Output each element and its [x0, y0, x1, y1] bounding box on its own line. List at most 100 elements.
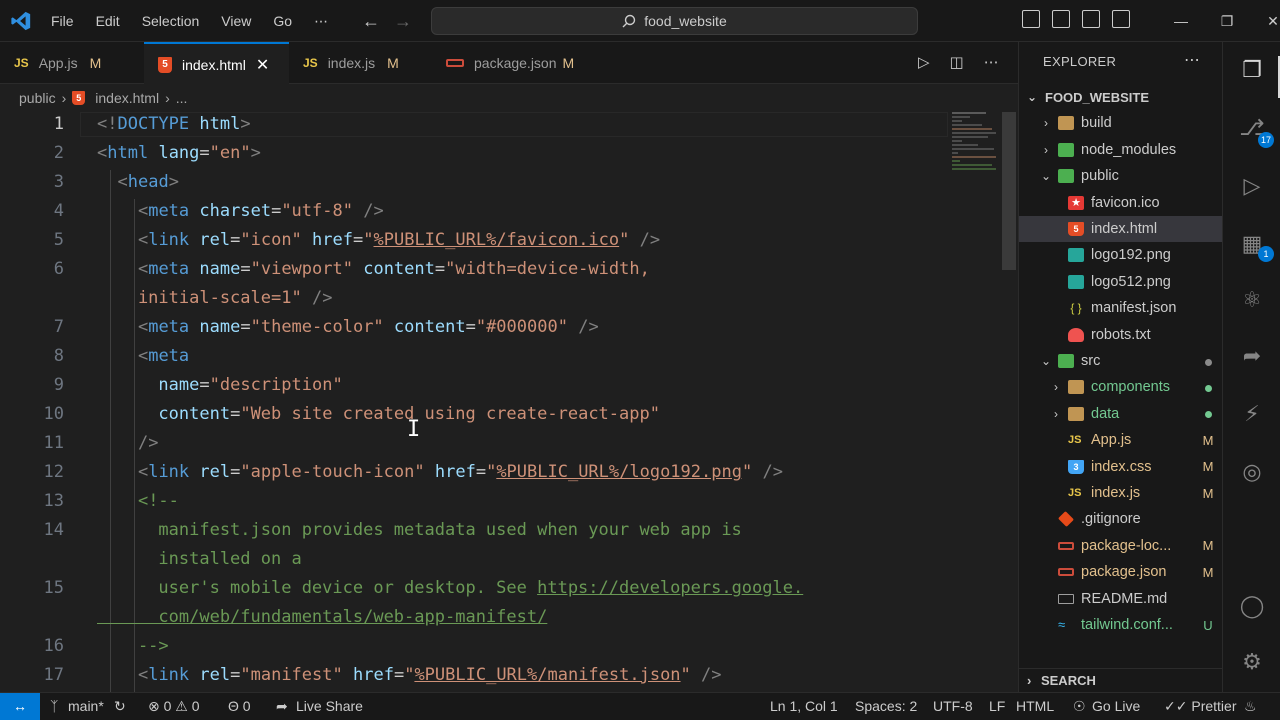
- explorer-item[interactable]: .gitignore: [1019, 506, 1223, 532]
- settings-gear-icon[interactable]: ⚙: [1238, 648, 1266, 676]
- thunder-client-icon[interactable]: ⚡: [1238, 400, 1266, 428]
- maximize-button[interactable]: ❐: [1204, 13, 1250, 30]
- code-line[interactable]: <!--: [97, 487, 179, 516]
- notifications-bell-icon[interactable]: ♨: [1244, 693, 1257, 720]
- tab-package-json[interactable]: package.json M: [432, 42, 612, 84]
- menu-file[interactable]: File: [40, 13, 85, 29]
- prettier-button[interactable]: ✓✓ Prettier: [1164, 693, 1236, 720]
- code-line[interactable]: name="description": [97, 371, 342, 400]
- code-line[interactable]: <link rel="apple-touch-icon" href="%PUBL…: [97, 458, 783, 487]
- code-line[interactable]: <meta charset="utf-8" />: [97, 197, 384, 226]
- run-debug-icon[interactable]: ▷: [1238, 172, 1266, 200]
- gitlens-icon[interactable]: ◎: [1238, 458, 1266, 486]
- explorer-item[interactable]: ≈ tailwind.conf... U: [1019, 612, 1223, 638]
- code-line[interactable]: initial-scale=1" />: [97, 284, 333, 313]
- package-icon[interactable]: ⚛: [1238, 286, 1266, 314]
- menu-selection[interactable]: Selection: [131, 13, 211, 29]
- explorer-item[interactable]: logo512.png: [1019, 269, 1223, 295]
- code-line[interactable]: <html lang="en">: [97, 139, 261, 168]
- explorer-item[interactable]: ⌄ public: [1019, 163, 1223, 189]
- code-token: =: [465, 317, 476, 337]
- menu-go[interactable]: Go: [262, 13, 303, 29]
- tab-index-html[interactable]: 5 index.html ✕: [144, 42, 289, 85]
- branch-name[interactable]: main*: [68, 693, 104, 720]
- code-line[interactable]: <link rel="icon" href="%PUBLIC_URL%/favi…: [97, 226, 660, 255]
- explorer-more-icon[interactable]: ⋯: [1184, 50, 1200, 70]
- command-center-search[interactable]: food_website: [431, 7, 918, 35]
- explorer-item[interactable]: ⌄ src: [1019, 348, 1223, 374]
- live-share-button[interactable]: Live Share: [296, 693, 363, 720]
- code-area[interactable]: <!DOCTYPE html> <html lang="en"> <head> <…: [97, 112, 937, 692]
- explorer-item[interactable]: { } manifest.json: [1019, 295, 1223, 321]
- back-arrow-icon[interactable]: ←: [362, 11, 380, 32]
- code-line[interactable]: -->: [97, 632, 169, 661]
- tab-index-js[interactable]: JS index.js M: [289, 42, 432, 84]
- code-token: html: [199, 114, 241, 134]
- explorer-root-folder[interactable]: ⌄ FOOD_WEBSITE: [1019, 84, 1223, 110]
- search-section-header[interactable]: › SEARCH: [1019, 668, 1223, 692]
- breadcrumb-file[interactable]: index.html: [95, 90, 159, 106]
- code-line[interactable]: com/web/fundamentals/web-app-manifest/: [97, 603, 547, 632]
- explorer-item[interactable]: JS App.js M: [1019, 427, 1223, 453]
- explorer-item[interactable]: robots.txt: [1019, 322, 1223, 348]
- split-editor-icon[interactable]: ◫: [950, 53, 964, 71]
- eol-setting[interactable]: LF: [989, 693, 1005, 720]
- code-line[interactable]: installed on a: [97, 545, 301, 574]
- code-line[interactable]: />: [97, 429, 158, 458]
- more-actions-icon[interactable]: ⋯: [984, 53, 999, 71]
- explorer-item[interactable]: › data: [1019, 401, 1223, 427]
- close-window-button[interactable]: ✕: [1250, 13, 1280, 30]
- problems-indicator[interactable]: ⊗ 0 ⚠ 0: [148, 693, 200, 720]
- code-line[interactable]: <head>: [97, 168, 178, 197]
- encoding-setting[interactable]: UTF-8: [933, 693, 973, 720]
- run-icon[interactable]: ▷: [918, 53, 930, 71]
- explorer-item[interactable]: › node_modules: [1019, 137, 1223, 163]
- toggle-secondary-sidebar-icon[interactable]: [1082, 10, 1100, 28]
- toggle-panel-icon[interactable]: [1052, 10, 1070, 28]
- ports-indicator[interactable]: Θ 0: [228, 693, 251, 720]
- files-icon[interactable]: ❐: [1238, 56, 1266, 84]
- explorer-item[interactable]: JS index.js M: [1019, 480, 1223, 506]
- explorer-item[interactable]: 3 index.css M: [1019, 454, 1223, 480]
- minimize-button[interactable]: —: [1158, 13, 1204, 29]
- explorer-item[interactable]: logo192.png: [1019, 242, 1223, 268]
- explorer-item[interactable]: › components: [1019, 374, 1223, 400]
- code-line[interactable]: <!DOCTYPE html>: [97, 112, 251, 139]
- line-number: 15: [43, 578, 64, 598]
- language-mode[interactable]: HTML: [1016, 693, 1054, 720]
- explorer-item[interactable]: 5 index.html: [1019, 216, 1223, 242]
- explorer-item[interactable]: package.json M: [1019, 559, 1223, 585]
- remote-explorer-icon[interactable]: ➦: [1238, 342, 1266, 370]
- explorer-item[interactable]: › build: [1019, 110, 1223, 136]
- explorer-item[interactable]: package-loc... M: [1019, 533, 1223, 559]
- indentation-setting[interactable]: Spaces: 2: [855, 693, 917, 720]
- menu-edit[interactable]: Edit: [85, 13, 131, 29]
- explorer-item[interactable]: README.md: [1019, 586, 1223, 612]
- breadcrumb-more[interactable]: ...: [176, 90, 188, 106]
- customize-layout-icon[interactable]: [1112, 10, 1130, 28]
- forward-arrow-icon[interactable]: →: [394, 11, 412, 32]
- breadcrumb-folder[interactable]: public: [19, 90, 56, 106]
- code-line[interactable]: <meta name="theme-color" content="#00000…: [97, 313, 599, 342]
- sync-icon[interactable]: ↻: [114, 693, 126, 720]
- cursor-position[interactable]: Ln 1, Col 1: [770, 693, 838, 720]
- code-line[interactable]: <link rel="manifest" href="%PUBLIC_URL%/…: [97, 661, 722, 690]
- close-tab-icon[interactable]: ✕: [256, 55, 269, 75]
- explorer-item[interactable]: ★ favicon.ico: [1019, 190, 1223, 216]
- code-line[interactable]: user's mobile device or desktop. See htt…: [97, 574, 803, 603]
- tab-app-js[interactable]: JS App.js M: [0, 42, 144, 84]
- remote-indicator-icon[interactable]: ↔: [0, 693, 40, 720]
- toggle-primary-sidebar-icon[interactable]: [1022, 10, 1040, 28]
- vertical-scrollbar[interactable]: [1002, 112, 1016, 270]
- code-line[interactable]: content="Web site created using create-r…: [97, 400, 660, 429]
- go-live-button[interactable]: Go Live: [1092, 693, 1140, 720]
- minimap[interactable]: [952, 112, 1000, 182]
- menu-view[interactable]: View: [210, 13, 262, 29]
- code-line[interactable]: <meta name="viewport" content="width=dev…: [97, 255, 650, 284]
- menu-more[interactable]: ⋯: [303, 13, 339, 30]
- code-line[interactable]: manifest.json provides metadata used whe…: [97, 516, 741, 545]
- account-icon[interactable]: ◯: [1238, 592, 1266, 620]
- code-editor[interactable]: 1 2 3 4 5 6 7 8 9 10 11 12 13 14 15 16 17 <!DOCTYPE html…: [0, 112, 1018, 692]
- code-line[interactable]: <meta: [97, 342, 189, 371]
